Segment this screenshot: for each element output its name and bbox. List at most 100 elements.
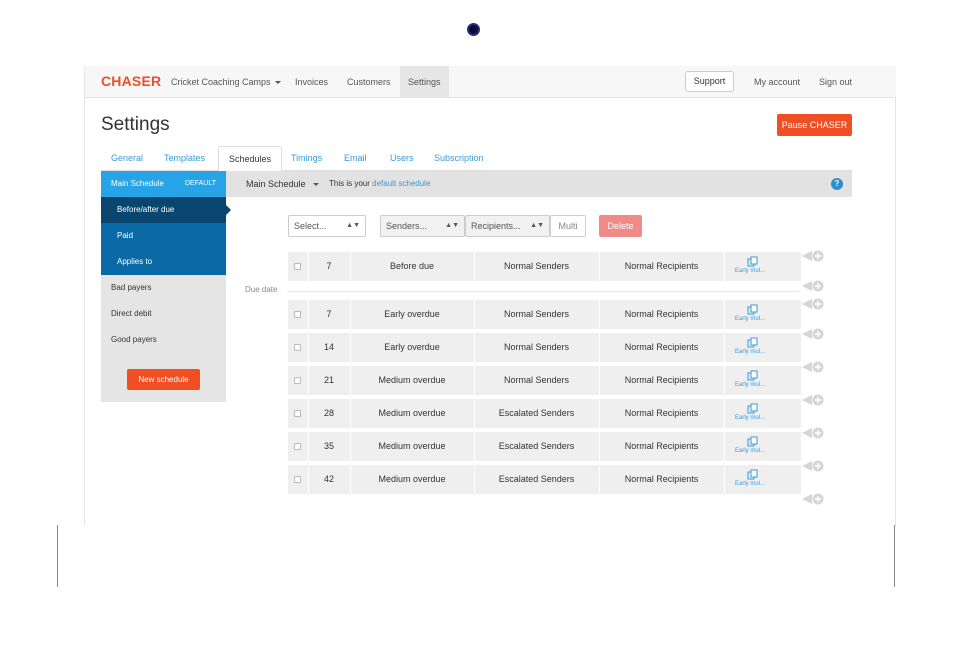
add-step-icon[interactable] [802,360,826,373]
row-days: 35 [323,441,334,451]
copy-template-label[interactable]: Early mul... [735,382,765,388]
table-row[interactable]: 35 Medium overdue Escalated Senders Normal … [288,432,801,461]
sidebar-item-paid[interactable]: Paid [101,223,226,249]
sidebar-item-main-schedule[interactable]: Main Schedule DEFAULT [101,171,226,197]
tab-users[interactable]: Users [380,146,424,171]
row-checkbox[interactable] [294,344,301,351]
row-recipients[interactable]: Normal Recipients [599,366,724,395]
copy-icon[interactable] [747,369,759,381]
row-template[interactable]: Medium overdue [350,465,474,494]
help-icon[interactable]: ? [831,178,843,190]
row-days: 14 [323,342,334,352]
support-button[interactable]: Support [685,71,734,92]
add-step-icon[interactable] [802,492,826,505]
template-select-value: Select... [294,221,327,231]
row-checkbox[interactable] [294,311,301,318]
add-step-icon[interactable] [802,279,826,292]
tab-templates[interactable]: Templates [154,146,215,171]
table-row[interactable]: 42 Medium overdue Escalated Senders Normal … [288,465,801,494]
add-step-icon[interactable] [802,249,826,262]
row-recipients[interactable]: Normal Recipients [599,333,724,362]
copy-template-label[interactable]: Early mul... [735,481,765,487]
row-checkbox[interactable] [294,443,301,450]
add-step-icon[interactable] [802,393,826,406]
org-switcher[interactable]: Cricket Coaching Camps [163,66,289,98]
delete-button[interactable]: Delete [599,215,642,237]
recipients-select[interactable]: Recipients... ▲▼ [465,215,550,237]
table-row[interactable]: 7 Before due Normal Senders Normal Recipien… [288,252,801,281]
sidebar-item-applies-to[interactable]: Applies to [101,249,226,275]
row-checkbox[interactable] [294,377,301,384]
add-step-icon[interactable] [802,297,826,310]
row-senders[interactable]: Escalated Senders [474,399,599,428]
row-senders[interactable]: Normal Senders [474,366,599,395]
senders-select-value: Senders... [386,221,428,231]
caret-down-icon [312,183,319,187]
sidebar-item-good-payers[interactable]: Good payers [101,327,226,353]
row-template[interactable]: Early overdue [350,333,474,362]
copy-icon[interactable] [747,435,759,447]
add-step-icon[interactable] [802,459,826,472]
add-step-icon[interactable] [802,327,826,340]
row-senders[interactable]: Escalated Senders [474,465,599,494]
schedule-sidebar: Main Schedule DEFAULT Before/after due P… [101,171,231,402]
row-senders[interactable]: Normal Senders [474,300,599,329]
table-row[interactable]: 7 Early overdue Normal Senders Normal Recip… [288,300,801,329]
row-template[interactable]: Before due [350,252,474,281]
copy-template-label[interactable]: Early mul... [735,415,765,421]
my-account-link[interactable]: My account [746,66,808,98]
row-senders[interactable]: Normal Senders [474,252,599,281]
nav-settings[interactable]: Settings [400,66,449,98]
senders-select[interactable]: Senders... ▲▼ [380,215,465,237]
copy-icon[interactable] [747,468,759,480]
row-recipients[interactable]: Normal Recipients [599,465,724,494]
copy-template-label[interactable]: Early mul... [735,268,765,274]
recording-dot [467,23,480,36]
row-recipients[interactable]: Normal Recipients [599,399,724,428]
brand-logo[interactable]: CHASER [101,73,161,89]
copy-icon[interactable] [747,336,759,348]
row-checkbox[interactable] [294,476,301,483]
row-senders[interactable]: Normal Senders [474,333,599,362]
row-recipients[interactable]: Normal Recipients [599,252,724,281]
row-checkbox[interactable] [294,263,301,270]
tab-timings[interactable]: Timings [281,146,332,171]
table-row[interactable]: 14 Early overdue Normal Senders Normal Reci… [288,333,801,362]
tab-general[interactable]: General [101,146,153,171]
sidebar-item-direct-debit[interactable]: Direct debit [101,301,226,327]
copy-template-label[interactable]: Early mul... [735,349,765,355]
tab-schedules[interactable]: Schedules [218,146,283,172]
copy-template-label[interactable]: Early mul... [735,448,765,454]
multi-input[interactable]: Multi [550,215,586,237]
row-recipients[interactable]: Normal Recipients [599,300,724,329]
copy-icon[interactable] [747,255,759,267]
template-select[interactable]: Select... ▲▼ [288,215,366,237]
tab-subscription[interactable]: Subscription [424,146,494,171]
row-senders[interactable]: Escalated Senders [474,432,599,461]
row-template[interactable]: Early overdue [350,300,474,329]
app-window: CHASER Cricket Coaching Camps Invoices C… [84,66,896,526]
nav-invoices[interactable]: Invoices [287,66,336,98]
tab-email[interactable]: Email [334,146,377,171]
row-template[interactable]: Medium overdue [350,399,474,428]
row-template[interactable]: Medium overdue [350,432,474,461]
copy-template-label[interactable]: Early mul... [735,316,765,322]
copy-icon[interactable] [747,303,759,315]
sign-out-link[interactable]: Sign out [811,66,860,98]
sidebar-item-bad-payers[interactable]: Bad payers [101,275,226,301]
new-schedule-button[interactable]: New schedule [127,369,200,390]
nav-customers[interactable]: Customers [339,66,399,98]
row-recipients[interactable]: Normal Recipients [599,432,724,461]
table-row[interactable]: 21 Medium overdue Normal Senders Normal Rec… [288,366,801,395]
caret-down-icon [274,81,281,85]
row-checkbox[interactable] [294,410,301,417]
table-row[interactable]: 28 Medium overdue Escalated Senders Normal … [288,399,801,428]
schedule-name-dropdown[interactable]: Main Schedule [246,171,319,197]
row-days: 7 [326,261,332,271]
add-step-icon[interactable] [802,426,826,439]
copy-icon[interactable] [747,402,759,414]
default-schedule-link[interactable]: default schedule [372,179,430,188]
row-template[interactable]: Medium overdue [350,366,474,395]
sidebar-item-before-after-due[interactable]: Before/after due [101,197,231,223]
pause-chaser-button[interactable]: Pause CHASER [777,114,852,136]
